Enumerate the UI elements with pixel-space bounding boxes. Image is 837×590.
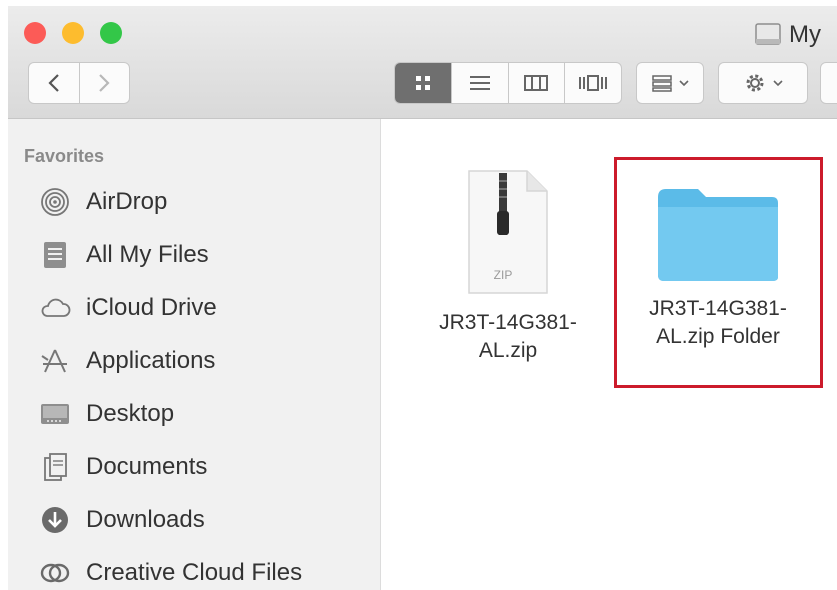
downloads-icon (38, 503, 72, 537)
view-mode-segmented-control (394, 62, 622, 104)
documents-icon (38, 450, 72, 484)
sidebar-item-label: Downloads (86, 506, 205, 533)
zip-type-label: ZIP (494, 268, 513, 282)
sidebar-item-label: iCloud Drive (86, 294, 217, 321)
highlight-annotation-box (614, 157, 823, 388)
action-menu-button[interactable] (718, 62, 808, 104)
chevron-left-icon (48, 74, 59, 92)
toolbar: My (8, 6, 837, 119)
sidebar-item-airdrop[interactable]: AirDrop (38, 182, 167, 222)
sidebar-item-icloud-drive[interactable]: iCloud Drive (38, 288, 217, 328)
sidebar-section-title: Favorites (24, 146, 105, 166)
creative-cloud-icon (38, 556, 72, 590)
all-my-files-icon (38, 238, 72, 272)
file-browser-content: ZIP JR3T-14G381- AL.zip JR3T-14G381- AL.… (381, 119, 837, 590)
share-button[interactable] (820, 62, 837, 104)
back-button[interactable] (29, 63, 79, 103)
window-title-text: My (789, 21, 821, 48)
applications-icon (38, 344, 72, 378)
sidebar-item-label: Creative Cloud Files (86, 559, 303, 586)
disk-icon (755, 23, 781, 45)
column-view-icon (524, 75, 549, 91)
window-title: My (753, 20, 821, 50)
forward-button[interactable] (78, 63, 130, 103)
chevron-down-icon (773, 80, 783, 87)
icloud-icon (38, 291, 72, 325)
gear-icon (746, 74, 764, 92)
list-view-button[interactable] (450, 63, 508, 103)
sidebar-item-applications[interactable]: Applications (38, 341, 215, 381)
sidebar-item-label: Applications (86, 347, 216, 374)
sidebar-item-documents[interactable]: Documents (38, 447, 207, 487)
cover-flow-view-icon (579, 75, 608, 91)
arrange-button[interactable] (636, 62, 704, 104)
cover-flow-view-button[interactable] (564, 63, 621, 103)
sidebar-item-desktop[interactable]: Desktop (38, 394, 174, 434)
sidebar-item-label: Documents (86, 453, 208, 480)
file-item-zip[interactable]: ZIP JR3T-14G381- AL.zip (413, 167, 603, 365)
sidebar-item-label: All My Files (86, 241, 209, 268)
minimize-window-button[interactable] (62, 22, 84, 44)
sidebar-item-creative-cloud-files[interactable]: Creative Cloud Files (38, 553, 302, 590)
sidebar: Favorites AirDrop All My Files iCloud Dr… (8, 119, 381, 590)
zoom-window-button[interactable] (100, 22, 122, 44)
desktop-icon (38, 397, 72, 431)
sidebar-item-label: Desktop (86, 400, 175, 427)
zip-file-icon: ZIP (468, 170, 548, 294)
chevron-down-icon (679, 80, 689, 87)
list-view-icon (469, 76, 490, 90)
sidebar-item-downloads[interactable]: Downloads (38, 500, 205, 540)
column-view-button[interactable] (507, 63, 565, 103)
icon-view-button[interactable] (395, 63, 451, 103)
airdrop-icon (38, 185, 72, 219)
navigation-buttons (28, 62, 130, 104)
file-name-line-2: AL.zip (478, 339, 538, 362)
file-name-line-1: JR3T-14G381- (439, 311, 577, 334)
file-name: JR3T-14G381- AL.zip (413, 309, 603, 365)
close-window-button[interactable] (24, 22, 46, 44)
finder-window: My Favorites AirDrop All My Files iCloud… (8, 6, 837, 590)
arrange-icon (652, 75, 672, 92)
sidebar-item-all-my-files[interactable]: All My Files (38, 235, 209, 275)
chevron-right-icon (99, 74, 110, 92)
sidebar-item-label: AirDrop (86, 188, 168, 215)
icon-view-icon (415, 76, 430, 90)
